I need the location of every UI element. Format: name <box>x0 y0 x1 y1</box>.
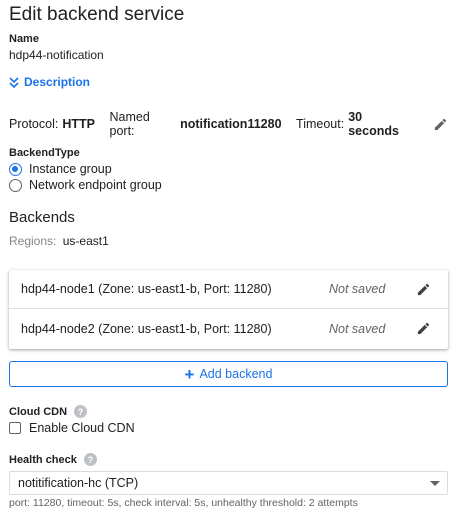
protocol-label: Protocol: <box>9 117 59 131</box>
health-check-select[interactable]: notitification-hc (TCP) <box>9 471 448 495</box>
page-title: Edit backend service <box>9 4 185 25</box>
health-check-label: Health check ? <box>9 453 97 466</box>
radio-label: Network endpoint group <box>29 178 162 192</box>
backend-name: hdp44-node1 (Zone: us-east1-b, Port: 112… <box>21 282 272 296</box>
regions: Regions: us-east1 <box>9 234 109 248</box>
protocol-row: Protocol: HTTP Named port: notification1… <box>9 110 449 138</box>
named-port-value: notification11280 <box>180 117 282 131</box>
backend-type-label: BackendType <box>9 147 80 159</box>
add-backend-button[interactable]: + Add backend <box>9 361 448 387</box>
timeout-label: Timeout: <box>296 117 345 131</box>
add-backend-label: Add backend <box>199 367 273 381</box>
regions-value: us-east1 <box>62 234 109 248</box>
description-toggle[interactable]: Description <box>9 75 90 89</box>
description-toggle-label: Description <box>24 75 91 89</box>
backends-title: Backends <box>9 209 75 226</box>
named-port-label: Named port: <box>109 110 150 138</box>
backend-status: Not saved <box>329 321 386 336</box>
timeout-value: 30 seconds <box>348 110 399 138</box>
protocol-value: HTTP <box>62 117 95 131</box>
checkbox-label: Enable Cloud CDN <box>29 421 135 435</box>
chevron-down-double-icon <box>9 76 19 88</box>
radio-unselected-icon <box>9 178 22 192</box>
name-label: Name <box>9 33 39 45</box>
health-check-label-text: Health check <box>9 453 77 466</box>
health-check-detail: port: 11280, timeout: 5s, check interval… <box>9 497 358 509</box>
cloud-cdn-label: Cloud CDN ? <box>9 405 88 418</box>
backend-table: hdp44-node1 (Zone: us-east1-b, Port: 112… <box>9 270 448 349</box>
dropdown-arrow-icon <box>430 481 440 486</box>
health-check-selected: notitification-hc (TCP) <box>18 476 139 490</box>
backend-name: hdp44-node2 (Zone: us-east1-b, Port: 112… <box>21 321 272 336</box>
help-circle-icon[interactable]: ? <box>83 453 97 466</box>
checkbox-icon <box>9 422 21 434</box>
radio-label: Instance group <box>29 162 112 176</box>
regions-label: Regions: <box>9 234 57 248</box>
cloud-cdn-label-text: Cloud CDN <box>9 405 68 418</box>
table-row: hdp44-node2 (Zone: us-east1-b, Port: 112… <box>9 309 448 348</box>
table-row: hdp44-node1 (Zone: us-east1-b, Port: 112… <box>9 270 448 309</box>
radio-network-endpoint-group[interactable]: Network endpoint group <box>9 178 162 192</box>
pencil-icon[interactable] <box>414 280 432 298</box>
backend-status: Not saved <box>329 282 386 296</box>
enable-cloud-cdn-checkbox[interactable]: Enable Cloud CDN <box>9 421 135 435</box>
pencil-icon[interactable] <box>414 320 432 338</box>
radio-selected-icon <box>9 162 22 176</box>
radio-instance-group[interactable]: Instance group <box>9 162 112 176</box>
pencil-icon[interactable] <box>432 115 449 133</box>
help-circle-icon[interactable]: ? <box>74 405 88 418</box>
name-value: hdp44-notification <box>9 48 104 62</box>
plus-icon: + <box>184 364 195 384</box>
